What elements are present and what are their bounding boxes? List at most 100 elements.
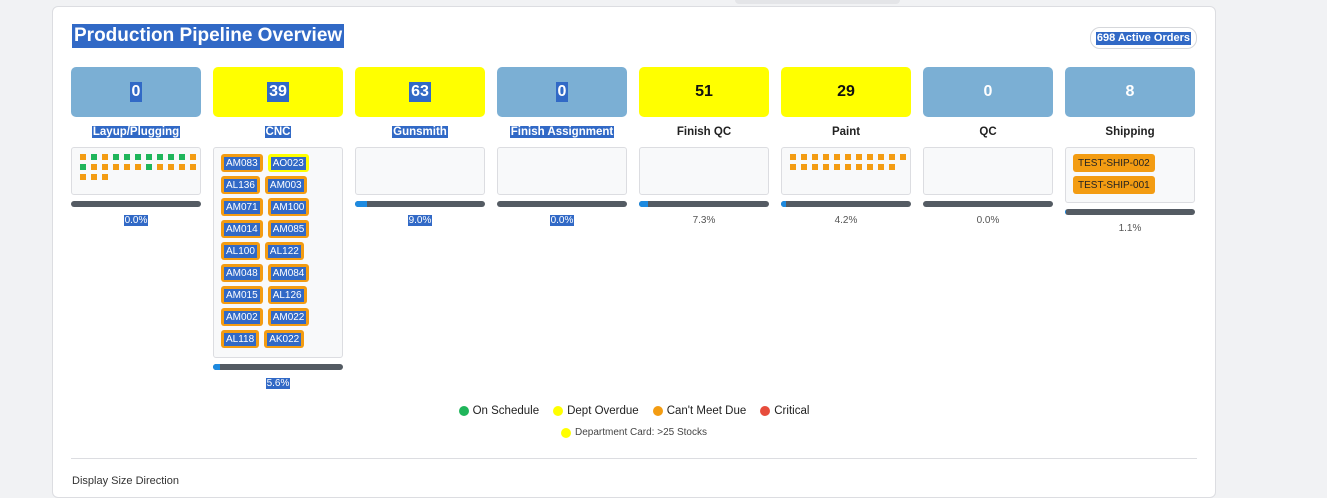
stock-tag-label: AL118 (224, 332, 257, 346)
stock-dot[interactable] (801, 164, 807, 170)
stock-dot[interactable] (157, 164, 163, 170)
department-count-card[interactable]: 8 (1065, 67, 1195, 117)
department-count-card[interactable]: 51 (639, 67, 769, 117)
stock-tag[interactable]: AK022 (264, 330, 305, 348)
stock-tag[interactable]: AM002 (221, 308, 263, 326)
stock-dot[interactable] (812, 164, 818, 170)
stock-dot[interactable] (834, 164, 840, 170)
stock-dot[interactable] (168, 154, 174, 160)
stock-tag[interactable]: AL100 (221, 242, 260, 260)
department-count-card[interactable]: 63 (355, 67, 485, 117)
department-name: CNC (213, 125, 343, 139)
stock-tag[interactable]: AM022 (267, 308, 310, 326)
legend-label: Can't Meet Due (666, 405, 747, 417)
stock-dot[interactable] (157, 154, 163, 160)
pipeline-panel: Production Pipeline Overview 698 Active … (52, 6, 1216, 498)
progress-fill (355, 201, 367, 207)
stock-dot[interactable] (146, 164, 152, 170)
stock-dot[interactable] (124, 154, 130, 160)
stock-dot[interactable] (801, 154, 807, 160)
department-percent: 5.6% (213, 377, 343, 390)
stock-dot[interactable] (856, 154, 862, 160)
page-title: Production Pipeline Overview (72, 24, 345, 48)
stock-dot[interactable] (113, 164, 119, 170)
stock-tag[interactable]: AM085 (267, 220, 310, 238)
stock-tag[interactable]: AM084 (267, 264, 310, 282)
stock-dot[interactable] (102, 174, 108, 180)
stock-dot[interactable] (889, 164, 895, 170)
department-name: Gunsmith (355, 125, 485, 139)
department-count-card[interactable]: 0 (71, 67, 201, 117)
stock-tag[interactable]: AL122 (264, 242, 304, 260)
stock-dot[interactable] (889, 154, 895, 160)
stock-tag[interactable]: AM100 (267, 198, 310, 216)
stock-dot[interactable] (179, 164, 185, 170)
stock-tag-label: AM085 (270, 222, 307, 236)
stock-dot[interactable] (135, 154, 141, 160)
progress-fill (213, 364, 221, 370)
stock-dot[interactable] (856, 164, 862, 170)
stock-dot[interactable] (113, 154, 119, 160)
department-percent-text: 9.0% (407, 215, 433, 226)
stock-dot[interactable] (867, 154, 873, 160)
stock-dot[interactable] (80, 164, 86, 170)
stock-dot[interactable] (168, 164, 174, 170)
stock-tag[interactable]: AL136 (221, 176, 260, 194)
stock-tag-label: AM015 (224, 288, 260, 302)
stock-dot[interactable] (80, 174, 86, 180)
department-progress-bar (213, 364, 343, 370)
legend-label: Dept Overdue (567, 405, 639, 417)
stock-dot[interactable] (190, 164, 196, 170)
yellow-dot-icon (560, 427, 571, 438)
stock-tag[interactable]: TEST-SHIP-002 (1073, 154, 1155, 172)
department-count: 51 (695, 83, 713, 100)
stock-dot[interactable] (812, 154, 818, 160)
department-count: 29 (837, 83, 855, 100)
stock-dot[interactable] (790, 154, 796, 160)
stock-tag[interactable]: AM048 (221, 264, 263, 282)
department-count-card[interactable]: 29 (781, 67, 911, 117)
stock-dot[interactable] (878, 154, 884, 160)
stock-dot[interactable] (91, 164, 97, 170)
stock-dot[interactable] (135, 164, 141, 170)
stock-tag[interactable]: AM014 (221, 220, 263, 238)
stock-dot[interactable] (91, 154, 97, 160)
stock-tag-label: AM002 (224, 310, 260, 324)
department-name-text: Finish Assignment (509, 126, 615, 138)
stock-dot[interactable] (102, 164, 108, 170)
stock-dot[interactable] (900, 154, 906, 160)
stock-tag[interactable]: AM003 (264, 176, 307, 194)
stock-tag[interactable]: AL118 (221, 330, 260, 348)
department-count-card[interactable]: 0 (497, 67, 627, 117)
stock-dot[interactable] (80, 154, 86, 160)
stock-dot[interactable] (878, 164, 884, 170)
stock-tag[interactable]: AM083 (221, 154, 263, 172)
stock-dot[interactable] (146, 154, 152, 160)
department-count-card[interactable]: 39 (213, 67, 343, 117)
stock-tag-label: AO023 (270, 156, 306, 170)
stock-dot[interactable] (91, 174, 97, 180)
stock-dot[interactable] (845, 164, 851, 170)
stock-dot[interactable] (823, 164, 829, 170)
stock-dot[interactable] (790, 164, 796, 170)
stock-dot[interactable] (102, 154, 108, 160)
stock-dot[interactable] (867, 164, 873, 170)
stock-dot[interactable] (179, 154, 185, 160)
department-percent: 7.3% (639, 214, 769, 227)
department-stock-box (923, 147, 1053, 195)
department-column-6: 0 QC 0.0% (923, 67, 1053, 227)
stock-tag[interactable]: AO023 (267, 154, 309, 172)
stock-dot[interactable] (823, 154, 829, 160)
stock-dot[interactable] (190, 154, 196, 160)
department-count-card[interactable]: 0 (923, 67, 1053, 117)
department-stock-box: TEST-SHIP-002 TEST-SHIP-001 (1065, 147, 1195, 203)
department-name-text: Paint (831, 126, 861, 138)
stock-dot[interactable] (845, 154, 851, 160)
stock-tag[interactable]: AL126 (267, 286, 307, 304)
stock-tag[interactable]: AM071 (221, 198, 263, 216)
stock-tag[interactable]: TEST-SHIP-001 (1073, 176, 1155, 194)
stock-dot[interactable] (834, 154, 840, 160)
stock-tag[interactable]: AM015 (221, 286, 263, 304)
stock-dot[interactable] (124, 164, 130, 170)
department-name-text: Finish QC (676, 126, 732, 138)
